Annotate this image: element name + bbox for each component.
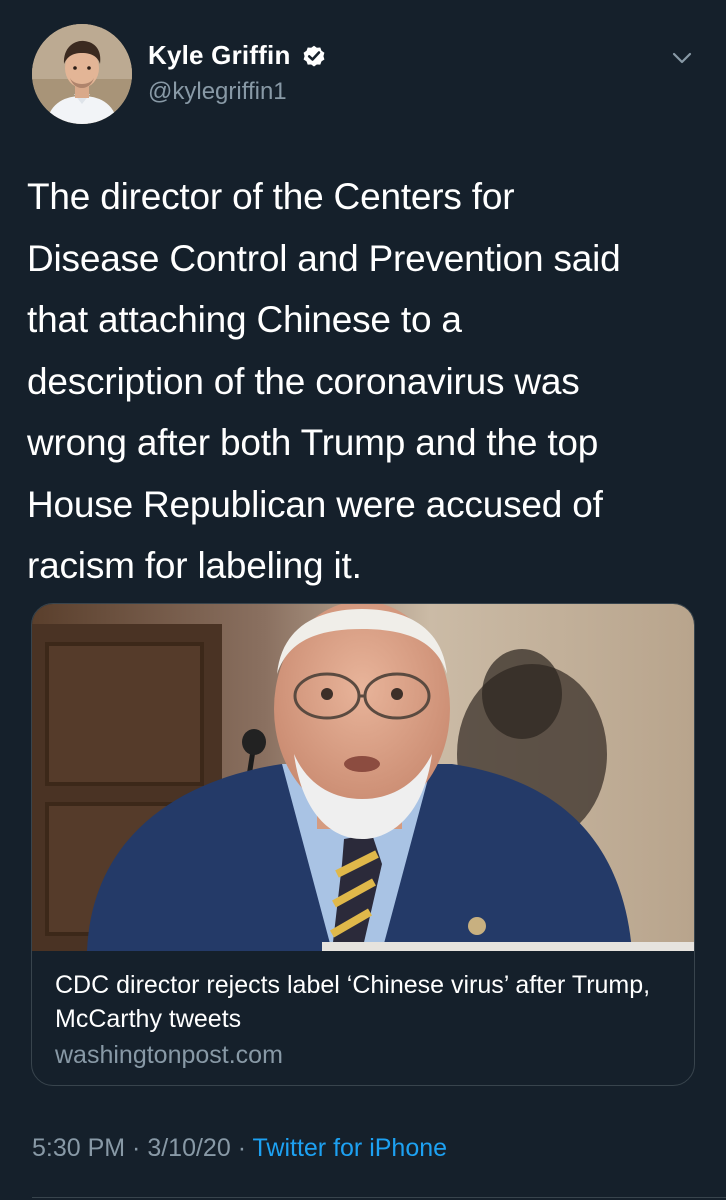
- tweet-time[interactable]: 5:30 PM: [32, 1134, 125, 1162]
- tweet-date[interactable]: 3/10/20: [147, 1134, 230, 1162]
- author-handle[interactable]: @kylegriffin1: [148, 78, 287, 106]
- display-name[interactable]: Kyle Griffin: [148, 40, 291, 71]
- divider: [32, 1197, 726, 1198]
- tweet-meta: 5:30 PM · 3/10/20 · Twitter for iPhone: [32, 1134, 447, 1163]
- tweet-text: The director of the Centers for Disease …: [27, 176, 621, 586]
- tweet: Kyle Griffin @kylegriffin1 The director …: [0, 0, 726, 1200]
- link-card[interactable]: CDC director rejects label ‘Chinese viru…: [31, 603, 695, 1086]
- chevron-down-icon[interactable]: [668, 44, 696, 72]
- avatar[interactable]: [32, 24, 132, 124]
- card-image: [32, 604, 694, 951]
- card-domain: washingtonpost.com: [55, 1041, 283, 1069]
- meta-separator: ·: [230, 1134, 253, 1162]
- meta-separator: ·: [125, 1134, 148, 1162]
- card-title[interactable]: CDC director rejects label ‘Chinese viru…: [55, 968, 685, 1036]
- tweet-source-link[interactable]: Twitter for iPhone: [253, 1134, 448, 1162]
- avatar-photo: [32, 24, 132, 124]
- author-name-row[interactable]: Kyle Griffin: [148, 40, 327, 71]
- verified-badge-icon: [301, 43, 327, 69]
